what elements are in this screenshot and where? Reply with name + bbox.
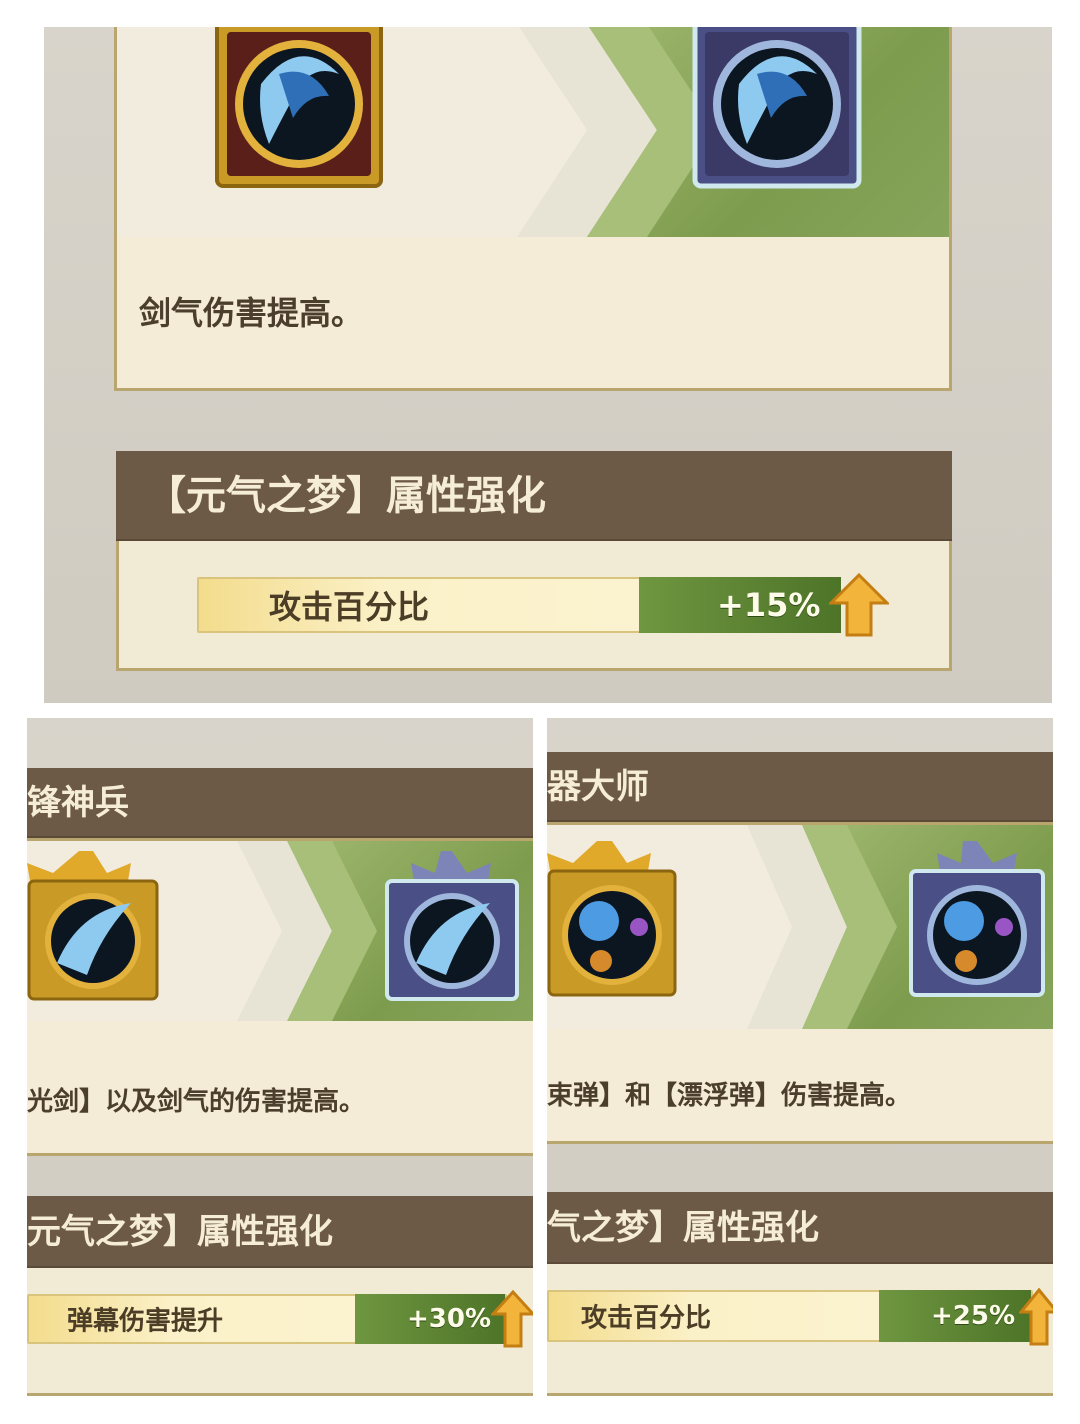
enhance-body: 攻击百分比 +25% <box>547 1264 1053 1396</box>
prismatic-frame-skill-icon <box>385 851 519 1001</box>
enhance-title: 气之梦】属性强化 <box>547 1208 819 1248</box>
talent-card: 剑气伤害提高。 <box>114 27 952 391</box>
stat-value: +25% <box>931 1301 1016 1331</box>
prismatic-frame-skill-icon <box>692 27 862 189</box>
stat-label: 弹幕伤害提升 <box>67 1306 224 1337</box>
gold-frame-skill-icon <box>215 27 383 188</box>
panel-bottom-right: 器大师 束弹】和【漂浮弹】伤害提高。 气之梦】属性强化 攻击百分比 +25% <box>547 718 1053 1396</box>
skill-title-bar: 器大师 <box>547 752 1053 822</box>
enhance-body: 弹幕伤害提升 +30% <box>27 1268 533 1396</box>
up-arrow-icon <box>829 573 889 637</box>
upgrade-banner <box>547 825 1053 1029</box>
talent-card: 束弹】和【漂浮弹】伤害提高。 <box>547 822 1053 1144</box>
gold-frame-skill-icon <box>547 841 677 997</box>
talent-card: 光剑】以及剑气的伤害提高。 <box>27 838 533 1156</box>
gold-frame-skill-icon <box>27 851 159 1001</box>
enhance-title: 【元气之梦】属性强化 <box>146 473 546 519</box>
stat-label: 攻击百分比 <box>581 1303 712 1334</box>
stat-bar: 攻击百分比 +15% <box>197 573 889 637</box>
enhance-body: 攻击百分比 +15% <box>116 541 952 671</box>
stat-value: +30% <box>407 1304 492 1334</box>
panel-top: 剑气伤害提高。 【元气之梦】属性强化 攻击百分比 +15% <box>44 27 1052 703</box>
skill-title-bar: 锋神兵 <box>27 768 533 838</box>
upgrade-banner <box>117 27 949 237</box>
prismatic-frame-skill-icon <box>909 841 1045 997</box>
stat-bar: 攻击百分比 +25% <box>547 1288 1053 1346</box>
skill-description: 束弹】和【漂浮弹】伤害提高。 <box>547 1081 912 1111</box>
up-arrow-icon <box>1019 1288 1053 1346</box>
enhance-title-bar: 元气之梦】属性强化 <box>27 1196 533 1268</box>
stat-bar: 弹幕伤害提升 +30% <box>27 1290 533 1348</box>
panel-bottom-left: 锋神兵 光剑】以及剑气的伤害提高。 元气之梦】属性强化 弹幕伤害提升 +30% <box>27 718 533 1396</box>
stat-label: 攻击百分比 <box>269 588 430 626</box>
stat-value: +15% <box>717 586 821 624</box>
skill-description: 光剑】以及剑气的伤害提高。 <box>27 1087 366 1117</box>
up-arrow-icon <box>491 1290 533 1348</box>
skill-title: 锋神兵 <box>27 783 129 823</box>
enhance-title-bar: 气之梦】属性强化 <box>547 1192 1053 1264</box>
skill-description: 剑气伤害提高。 <box>139 294 364 332</box>
enhance-title: 元气之梦】属性强化 <box>27 1212 333 1252</box>
enhance-title-bar: 【元气之梦】属性强化 <box>116 451 952 541</box>
upgrade-banner <box>27 841 533 1021</box>
skill-title: 器大师 <box>547 767 649 807</box>
